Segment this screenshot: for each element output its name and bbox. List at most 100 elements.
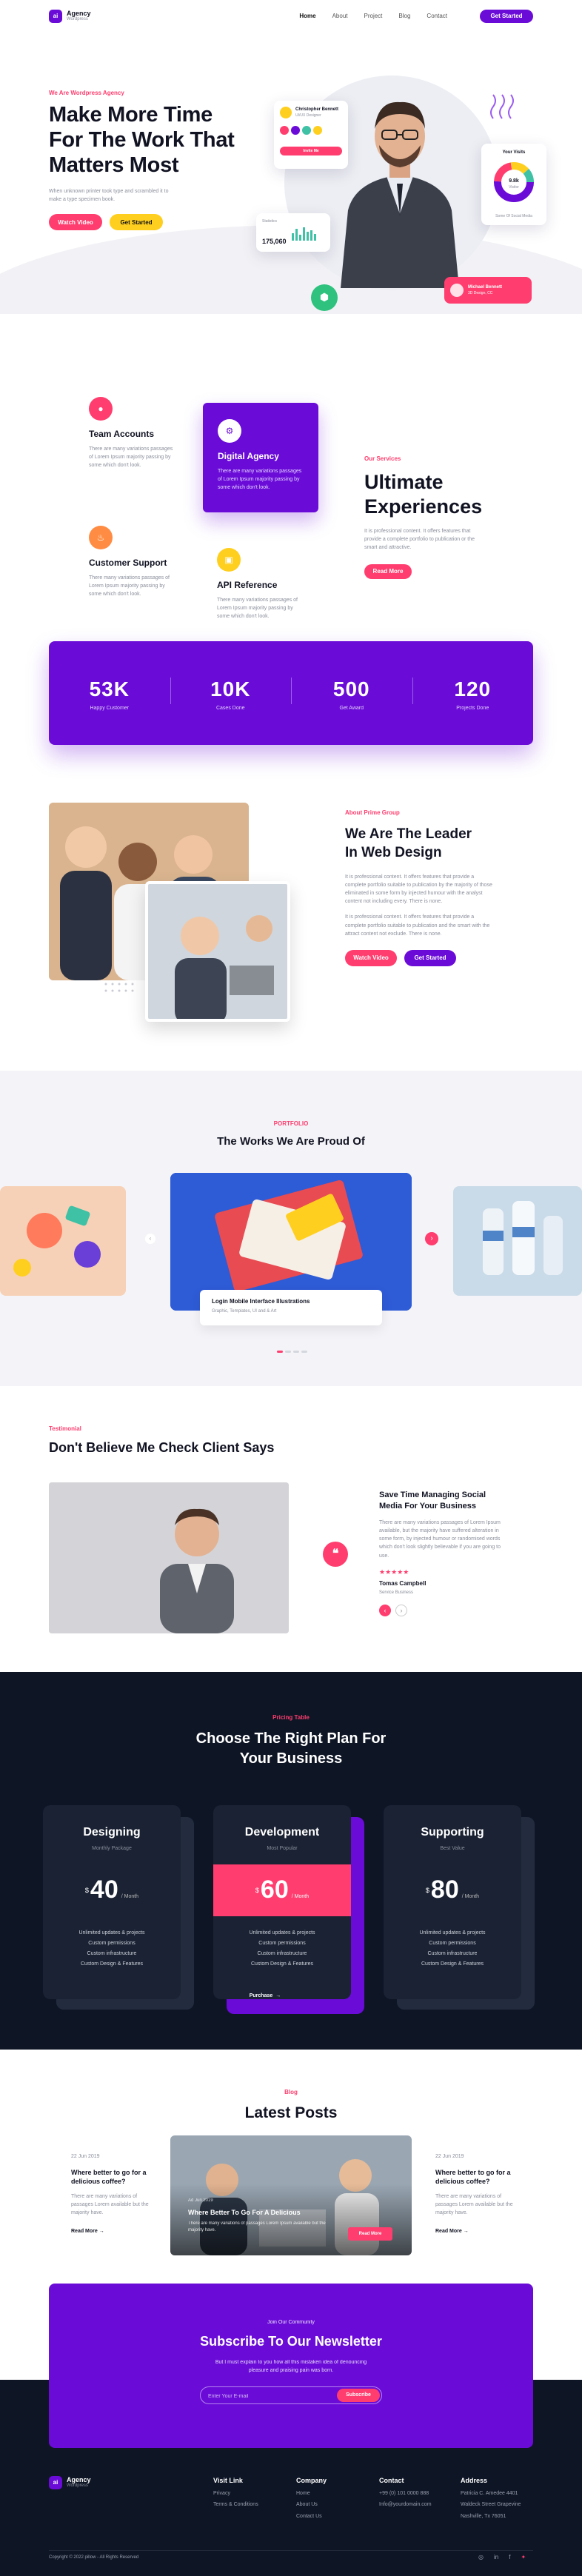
plan-price-value: 60 — [260, 1876, 289, 1904]
read-more-link[interactable]: Read More → — [435, 2228, 517, 2235]
nav-links: Home About Project Blog Contact Get Star… — [299, 10, 533, 23]
service-customer-support[interactable]: ♨ Customer Support There many variations… — [89, 526, 178, 598]
plan-feature: Custom infrastructure — [87, 1951, 137, 1957]
plan-currency: $ — [255, 1886, 259, 1894]
cube-icon: ⬢ — [311, 284, 338, 311]
footer-link[interactable]: Contact Us — [296, 2513, 327, 2520]
portfolio-slide-next[interactable] — [453, 1186, 582, 1296]
plan-feature: Custom permissions — [429, 1941, 476, 1947]
services-title-line-2: Experiences — [364, 495, 483, 518]
mini-bar-chart — [292, 227, 324, 241]
blog-post-featured[interactable]: Ad Jun 2019 Where Better To Go For A Del… — [170, 2135, 412, 2255]
footer-link[interactable]: Home — [296, 2490, 327, 2498]
service-api-reference[interactable]: ▣ API Reference There many variations pa… — [217, 548, 306, 620]
client-photo — [49, 1482, 289, 1633]
portfolio-slide-prev[interactable] — [0, 1186, 126, 1296]
service-team-accounts[interactable]: ● Team Accounts There are many variation… — [89, 397, 178, 469]
linkedin-icon[interactable]: in — [494, 2553, 498, 2561]
hero-get-started-button[interactable]: Get Started — [110, 214, 163, 231]
plan-price: $60/ Month — [213, 1864, 351, 1917]
about-title-line-1: We Are The Leader — [345, 826, 472, 843]
footer-link[interactable]: Privacy — [213, 2490, 258, 2498]
subscribe-button[interactable]: Subscribe — [337, 2389, 380, 2403]
about-get-started-button[interactable]: Get Started — [404, 949, 456, 966]
brand-logo[interactable]: ai Agency Wordpress — [49, 10, 91, 23]
visits-value: 9.8k — [509, 178, 519, 184]
avatar — [450, 284, 464, 297]
footer-phone[interactable]: +99 (0) 101 0000 888 — [379, 2490, 432, 2498]
service-title: Team Accounts — [89, 429, 155, 439]
pricing-eyebrow: Pricing Table — [272, 1714, 310, 1721]
footer-logo[interactable]: ai Agency Wordpress — [49, 2476, 91, 2489]
hero-title-line-2: For The Work That — [49, 128, 235, 153]
profile-card: Christopher Bennett UI/UX Designer Invit… — [274, 101, 348, 169]
about-title-line-2: In Web Design — [345, 844, 442, 860]
service-desc: There many variations passages of Lorem … — [217, 597, 298, 620]
brand-tagline: Wordpress — [67, 17, 88, 22]
visits-card: Your Visits 9.8k Visitor Some Of Social … — [481, 144, 546, 225]
post-date: 22 Jun 2019 — [435, 2154, 464, 2159]
chevron-left-icon[interactable]: ‹ — [145, 1234, 155, 1244]
service-desc: There are many variations passages of Lo… — [89, 446, 173, 469]
chevron-right-icon[interactable]: › — [425, 1232, 438, 1245]
visits-footer: Some Of Social Media — [495, 214, 532, 219]
footer-link[interactable]: Terms & Conditions — [213, 2501, 258, 2509]
portfolio-card[interactable]: Login Mobile Interface Illustrations Gra… — [200, 1290, 382, 1325]
plan-price-value: 80 — [430, 1876, 459, 1904]
flame-icon: ♨ — [89, 526, 113, 549]
plan-price-value: 40 — [90, 1876, 118, 1904]
brand-name: Agency — [67, 10, 91, 18]
featured-read-more-button[interactable]: Read More — [348, 2227, 392, 2241]
invite-button[interactable]: Invite Me — [280, 147, 342, 155]
email-input[interactable] — [208, 2390, 327, 2403]
plan-price: $40/ Month — [43, 1864, 181, 1916]
plan-feature: Custom permissions — [258, 1941, 306, 1947]
arrow-left-icon[interactable]: ‹ — [379, 1604, 391, 1616]
plan-currency: $ — [84, 1886, 89, 1894]
quote-title: Save Time Managing Social Media For Your… — [379, 1490, 505, 1513]
nav-about[interactable]: About — [332, 12, 348, 20]
stats-band: 53K Happy Customer 10K Cases Done 500 Get A… — [49, 641, 533, 745]
plan-development: Development Most Popular $60/ Month Unli… — [213, 1805, 351, 1999]
nav-contact[interactable]: Contact — [427, 12, 447, 20]
instagram-icon[interactable]: ◎ — [478, 2553, 484, 2561]
service-digital-agency[interactable]: ⚙ Digital Agency There are many variatio… — [203, 403, 318, 512]
blog-post-right[interactable]: 22 Jun 2019 Where better to go for a del… — [435, 2153, 517, 2235]
pricing-title-line-2: Your Business — [239, 1750, 343, 1767]
get-started-button[interactable]: Get Started — [480, 10, 533, 23]
office-photo — [145, 881, 290, 1022]
watch-video-button[interactable]: Watch Video — [49, 214, 102, 231]
about-title: We Are The Leader In Web Design — [345, 826, 501, 862]
footer-link[interactable]: About Us — [296, 2501, 327, 2509]
plan-feature: Custom infrastructure — [257, 1951, 307, 1957]
footer-col-title: Address — [461, 2477, 488, 2484]
newsletter-eyebrow: Join Our Community — [267, 2320, 315, 2325]
stat-label: Get Award — [339, 705, 364, 711]
testimonial-title: Don't Believe Me Check Client Says — [49, 1440, 275, 1456]
hero-person-image — [341, 101, 459, 288]
blog-post-left[interactable]: 22 Jun 2019 Where better to go for a del… — [71, 2153, 153, 2235]
post-desc: There are many variations of passages Lo… — [435, 2193, 513, 2216]
profile-role: UI/UX Designer — [295, 113, 321, 118]
about-watch-video-button[interactable]: Watch Video — [345, 949, 397, 966]
footer-email[interactable]: Info@yourdomain.com — [379, 2501, 432, 2509]
footer-address-line: Waldeck Street Grapevine — [461, 2502, 521, 2508]
twitter-icon[interactable]: ✦ — [521, 2553, 526, 2561]
pricing-title: Choose The Right Plan For Your Business — [0, 1729, 582, 1769]
statistics-label: Statistics — [262, 219, 278, 224]
brand-tagline: Wordpress — [67, 2483, 88, 2489]
purchase-button[interactable]: Purchase → — [240, 1989, 290, 2004]
read-more-link[interactable]: Read More → — [71, 2228, 153, 2235]
facebook-icon[interactable]: f — [509, 2553, 510, 2561]
nav-blog[interactable]: Blog — [398, 12, 410, 20]
nav-project[interactable]: Project — [364, 12, 383, 20]
post-date: 22 Jun 2019 — [71, 2154, 100, 2159]
services-description: It is professional content. It offers fe… — [364, 528, 475, 551]
plan-feature: Custom Design & Features — [80, 1961, 144, 1967]
nav-home[interactable]: Home — [299, 12, 315, 20]
plan-sub: Monthly Package — [92, 1846, 132, 1852]
blog-eyebrow: Blog — [284, 2089, 298, 2095]
read-more-button[interactable]: Read More — [364, 563, 412, 579]
arrow-right-icon[interactable]: › — [395, 1604, 407, 1616]
drop-icon: ● — [89, 397, 113, 421]
